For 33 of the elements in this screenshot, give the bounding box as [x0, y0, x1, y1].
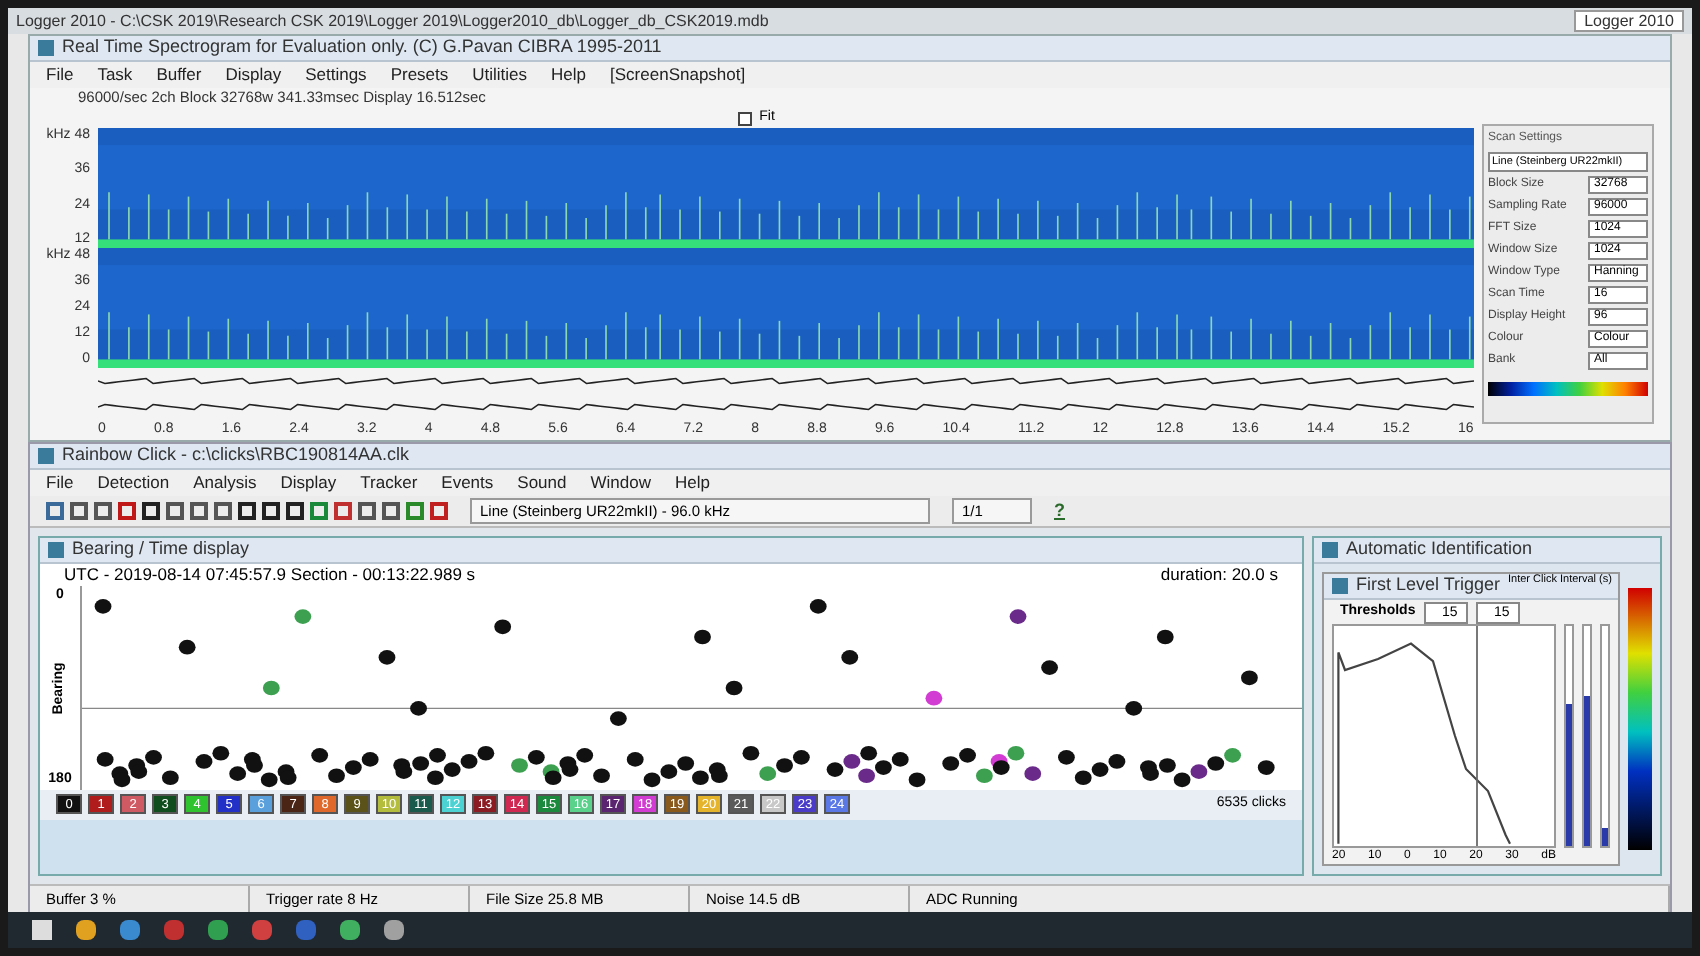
menu-item[interactable]: Window	[590, 470, 651, 496]
menu-item[interactable]: Tracker	[360, 470, 418, 496]
logger-badge: Logger 2010	[1574, 10, 1684, 32]
window-icon	[1332, 578, 1348, 594]
menu-item[interactable]: Buffer	[156, 62, 202, 88]
window-icon	[38, 40, 54, 56]
window-title: Bearing / Time display	[40, 538, 1302, 564]
help-button[interactable]: ?	[1054, 497, 1065, 525]
duration-text: duration: 20.0 s	[1160, 564, 1278, 586]
menu-item[interactable]: Help	[674, 470, 710, 496]
menu-item[interactable]: Display	[280, 470, 337, 496]
window-icon	[1322, 542, 1338, 558]
window-title: Automatic Identification	[1314, 538, 1660, 564]
utc-text: UTC - 2019-08-14 07:45:57.9 Section - 00:13:22.989 s	[64, 564, 476, 586]
menu-item[interactable]: Presets	[390, 62, 449, 88]
menu-item[interactable]: Task	[97, 62, 133, 88]
menu-item[interactable]: File	[46, 62, 74, 88]
menu-item[interactable]: Utilities	[472, 62, 528, 88]
menu-item[interactable]: Settings	[305, 62, 367, 88]
window-icon	[38, 448, 54, 464]
menu-item[interactable]: Display	[225, 62, 282, 88]
window-title: Rainbow Click - c:\clicks\RBC190814AA.clk	[30, 444, 1670, 470]
window-title: Real Time Spectrogram for Evaluation only. (C) G.Pavan CIBRA 1995-2011	[30, 36, 1670, 62]
menu-item[interactable]: Events	[441, 470, 494, 496]
menu-item[interactable]: [ScreenSnapshot]	[610, 62, 746, 88]
fit-checkbox[interactable]	[737, 111, 752, 125]
menu-item[interactable]: Sound	[517, 470, 567, 496]
window-title: Logger 2010 - C:\CSK 2019\Research CSK 2019\Logger 2019\Logger2010_db\Logger_db_CSK2019.mdb Logger 2010	[8, 8, 1692, 34]
menu-item[interactable]: Help	[551, 62, 587, 88]
menu-item[interactable]: Detection	[97, 470, 170, 496]
menu-item[interactable]: File	[46, 470, 74, 496]
window-icon	[48, 542, 64, 558]
menu-item[interactable]: Analysis	[193, 470, 257, 496]
